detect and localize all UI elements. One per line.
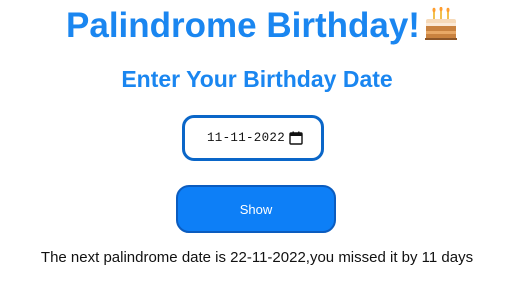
form-subtitle: Enter Your Birthday Date [121,66,393,92]
show-button[interactable]: Show [176,185,336,233]
page-title-text: Palindrome Birthday! [66,6,420,45]
page-title: Palindrome Birthday! [0,5,524,47]
birthday-cake-icon [424,7,457,40]
date-value[interactable]: 11-11-2022 [207,131,285,145]
birthday-date-input[interactable]: 11-11-2022 [182,115,324,161]
result-message: The next palindrome date is 22-11-2022,y… [40,249,474,266]
calendar-icon[interactable] [289,131,303,145]
